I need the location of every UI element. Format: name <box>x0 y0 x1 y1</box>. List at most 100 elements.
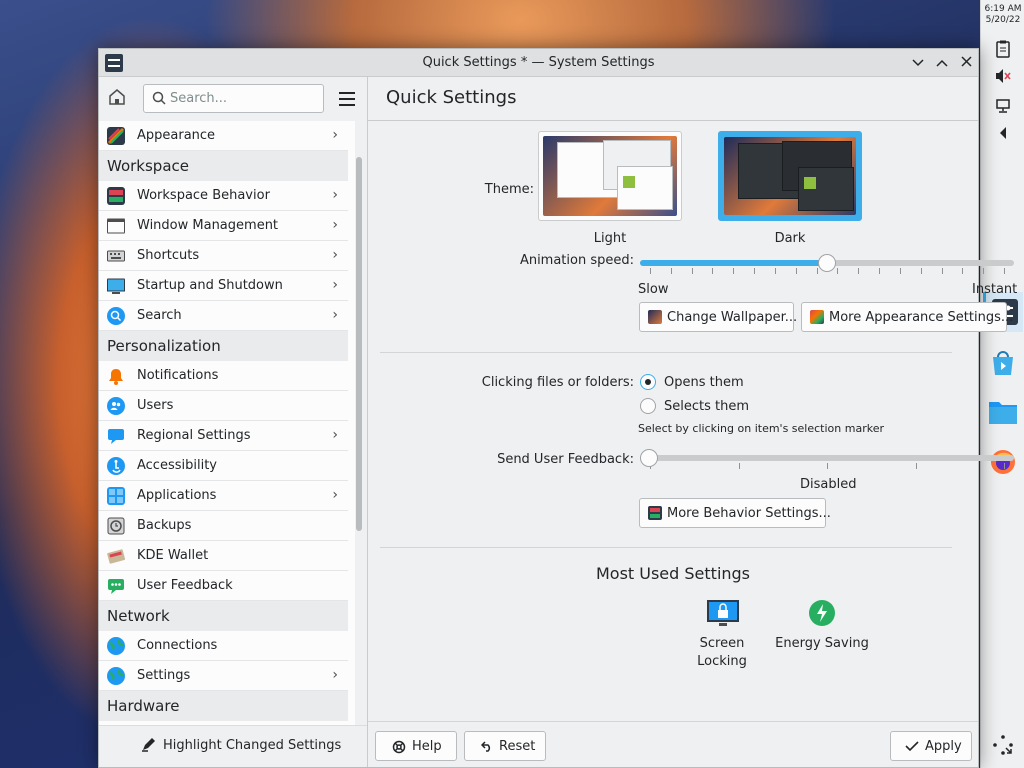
slider-tick <box>796 268 797 274</box>
digital-clock[interactable]: 6:19 AM 5/20/22 <box>981 4 1024 26</box>
theme-dark-thumbnail[interactable] <box>718 131 862 221</box>
clock-time: 6:19 AM <box>984 4 1022 14</box>
window-management-icon <box>107 218 125 234</box>
opens-them-label[interactable]: Opens them <box>664 375 744 390</box>
energy-saving-icon <box>809 600 835 626</box>
chevron-right-icon: › <box>332 127 338 143</box>
slider-tick <box>983 268 984 274</box>
sidebar-category-workspace: Workspace <box>99 151 348 181</box>
tray-expand-icon[interactable] <box>993 126 1013 146</box>
page-footer: Help Reset Apply <box>368 721 978 767</box>
maximize-button[interactable] <box>933 53 951 73</box>
network-icon[interactable] <box>993 98 1013 118</box>
theme-light-thumbnail[interactable] <box>538 131 682 221</box>
category-label: Personalization <box>107 337 221 355</box>
sidebar-item-connections[interactable]: Connections <box>99 631 348 661</box>
sidebar-item-label: Window Management <box>137 218 279 233</box>
light-preview-image <box>543 136 677 216</box>
home-button[interactable] <box>107 87 131 111</box>
chevron-right-icon: › <box>332 667 338 683</box>
search-input[interactable] <box>170 89 320 108</box>
file-manager-icon[interactable] <box>983 392 1023 432</box>
chevron-down-icon <box>912 59 924 67</box>
sidebar-item-applications[interactable]: Applications › <box>99 481 348 511</box>
hamburger-menu-button[interactable] <box>337 89 357 109</box>
keyboard-icon <box>107 250 125 262</box>
regional-settings-icon <box>108 429 124 444</box>
animation-speed-label: Animation speed: <box>519 253 634 268</box>
more-appearance-label: More Appearance Settings... <box>829 310 1014 325</box>
most-used-screen-locking[interactable]: Screen Locking <box>680 599 764 679</box>
sidebar-item-backups[interactable]: Backups <box>99 511 348 541</box>
screen-locking-label-line2: Locking <box>697 654 747 669</box>
slider-tick <box>692 268 693 274</box>
workspace-behavior-icon <box>648 506 662 520</box>
more-behavior-label: More Behavior Settings... <box>667 506 831 521</box>
sidebar-item-window-management[interactable]: Window Management › <box>99 211 348 241</box>
sidebar-item-user-feedback[interactable]: User Feedback <box>99 571 348 601</box>
most-used-energy-saving[interactable]: Energy Saving <box>772 599 872 679</box>
sidebar-item-workspace-behavior[interactable]: Workspace Behavior › <box>99 181 348 211</box>
slider-tick <box>858 268 859 274</box>
slider-tick <box>671 268 672 274</box>
sidebar-item-label: Accessibility <box>137 458 217 473</box>
highlight-changed-settings-button[interactable]: Highlight Changed Settings <box>99 725 367 767</box>
change-wallpaper-button[interactable]: Change Wallpaper... <box>639 302 797 332</box>
animation-speed-handle[interactable] <box>818 254 836 272</box>
slider-tick <box>1004 268 1005 274</box>
sidebar-item-regional-settings[interactable]: Regional Settings › <box>99 421 348 451</box>
sidebar-item-search[interactable]: Search › <box>99 301 348 331</box>
sidebar-item-accessibility[interactable]: Accessibility <box>99 451 348 481</box>
slider-tick <box>921 268 922 274</box>
hamburger-icon <box>339 92 355 94</box>
workspace-behavior-icon <box>107 187 125 205</box>
sidebar-item-startup-and-shutdown[interactable]: Startup and Shutdown › <box>99 271 348 301</box>
category-label: Hardware <box>107 697 180 715</box>
slider-tick <box>879 268 880 274</box>
slider-tick <box>837 268 838 274</box>
help-label: Help <box>412 739 442 754</box>
apply-button[interactable]: Apply <box>890 731 972 761</box>
sidebar-item-label: Notifications <box>137 368 219 383</box>
discover-store-icon[interactable] <box>983 343 1023 383</box>
sidebar-item-shortcuts[interactable]: Shortcuts › <box>99 241 348 271</box>
firefox-icon[interactable] <box>983 442 1023 482</box>
title-bar[interactable]: Quick Settings * — System Settings <box>99 49 978 77</box>
animation-instant-label: Instant <box>972 282 1018 297</box>
help-button[interactable]: Help <box>375 731 457 761</box>
accessibility-icon <box>107 457 125 475</box>
close-button[interactable] <box>957 53 975 73</box>
sidebar-category-hardware: Hardware <box>99 691 348 721</box>
chevron-right-icon: › <box>332 247 338 263</box>
user-feedback-slider[interactable] <box>640 455 1014 461</box>
slider-tick <box>900 268 901 274</box>
page-header: Quick Settings <box>368 77 978 121</box>
search-icon <box>152 91 166 105</box>
slider-tick <box>733 268 734 274</box>
more-appearance-settings-button[interactable]: More Appearance Settings... <box>801 302 1013 332</box>
sidebar-item-users[interactable]: Users <box>99 391 348 421</box>
user-feedback-handle[interactable] <box>640 449 658 467</box>
sidebar-item-label: KDE Wallet <box>137 548 209 563</box>
search-box[interactable] <box>143 84 324 113</box>
reset-button[interactable]: Reset <box>464 731 546 761</box>
clipboard-icon[interactable] <box>993 40 1013 60</box>
peek-desktop-icon[interactable] <box>992 734 1014 756</box>
sidebar-scrollbar[interactable] <box>356 157 362 531</box>
chevron-right-icon: › <box>332 487 338 503</box>
sidebar-item-label: Regional Settings <box>137 428 251 443</box>
sidebar-item-kde-wallet[interactable]: KDE Wallet <box>99 541 348 571</box>
sidebar-item-appearance[interactable]: Appearance › <box>99 121 348 151</box>
selects-them-radio[interactable] <box>640 398 656 414</box>
sidebar-item-network-settings[interactable]: Settings › <box>99 661 348 691</box>
sidebar-item-label: Applications <box>137 488 217 503</box>
minimize-button[interactable] <box>909 53 927 73</box>
sidebar-list: Appearance › Workspace Workspace Behavio… <box>99 121 355 725</box>
opens-them-radio[interactable] <box>640 374 656 390</box>
selects-them-label[interactable]: Selects them <box>664 399 749 414</box>
selection-marker-hint: Select by clicking on item's selection m… <box>638 422 884 435</box>
window-title: Quick Settings * — System Settings <box>422 55 655 70</box>
sidebar-item-notifications[interactable]: Notifications <box>99 361 348 391</box>
volume-muted-icon[interactable] <box>993 68 1013 88</box>
more-behavior-settings-button[interactable]: More Behavior Settings... <box>639 498 831 528</box>
